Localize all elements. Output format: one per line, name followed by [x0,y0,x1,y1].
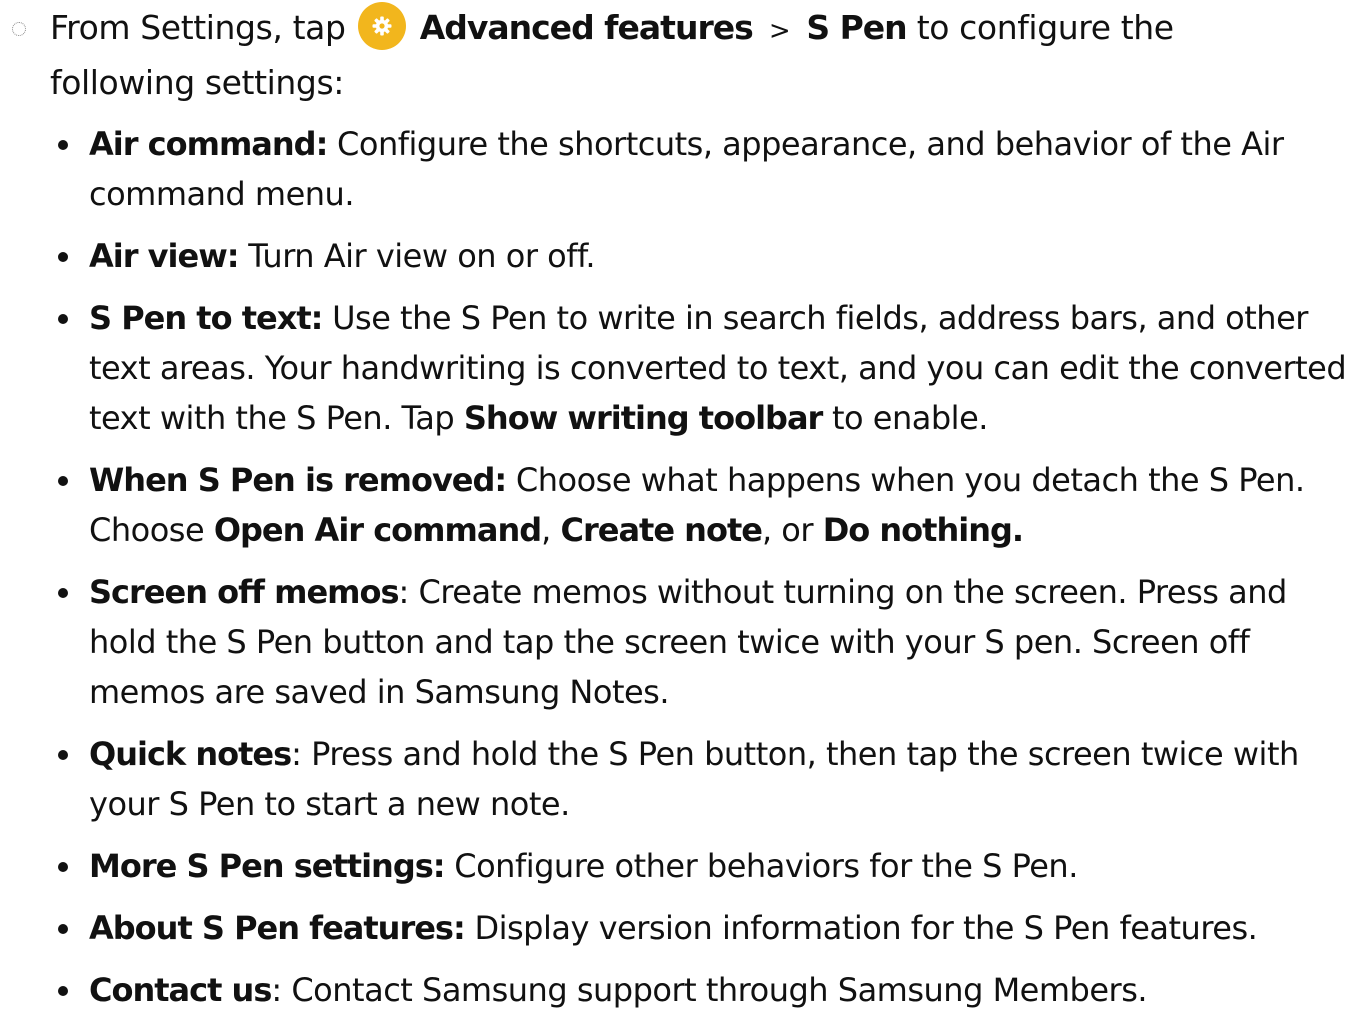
settings-list: Air command: Configure the shortcuts, ap… [0,119,1366,1015]
item-desc: Display version information for the S Pe… [474,909,1258,947]
step-bullet-icon [12,22,26,36]
bullet-icon [58,140,68,150]
list-item-about-s-pen-features: About S Pen features: Display version in… [0,903,1366,953]
intro-text-before: From Settings, tap [50,8,346,47]
bullet-icon [58,862,68,872]
show-writing-toolbar-label: Show writing toolbar [463,399,823,437]
item-term: When S Pen is removed: [89,461,507,499]
list-item-quick-notes: Quick notes: Press and hold the S Pen bu… [0,729,1366,829]
comma-text: , [541,511,551,549]
s-pen-label: S Pen [806,8,907,47]
bullet-icon [58,986,68,996]
document-body: From Settings, tap Advanced features > S… [0,0,1366,1027]
item-colon: : [271,971,282,1009]
bullet-icon [58,588,68,598]
item-term: Screen off memos [89,573,400,611]
item-term: S Pen to text: [89,299,323,337]
item-desc-tail: to enable. [831,399,988,437]
item-desc: Contact Samsung support through Samsung … [291,971,1148,1009]
list-item-air-view: Air view: Turn Air view on or off. [0,231,1366,281]
settings-gear-icon [357,1,406,50]
bullet-icon [58,924,68,934]
list-item-air-command: Air command: Configure the shortcuts, ap… [0,119,1366,219]
do-nothing-label: Do nothing. [822,511,1024,549]
open-air-command-label: Open Air command [213,511,542,549]
item-term: Contact us [89,971,272,1009]
item-term: About S Pen features: [89,909,466,947]
item-term: Quick notes [89,735,292,773]
item-desc: Configure other behaviors for the S Pen. [454,847,1078,885]
intro-paragraph: From Settings, tap Advanced features > S… [0,1,1366,109]
list-item-more-s-pen-settings: More S Pen settings: Configure other beh… [0,841,1366,891]
advanced-features-label: Advanced features [419,8,754,47]
item-colon: : [398,573,410,611]
list-item-screen-off-memos: Screen off memos: Create memos without t… [0,567,1366,717]
list-item-when-s-pen-removed: When S Pen is removed: Choose what happe… [0,455,1366,555]
path-separator: > [768,16,791,46]
item-term: Air view: [89,237,240,275]
or-text: , or [761,511,814,549]
item-term: Air command: [89,125,328,163]
list-item-contact-us: Contact us: Contact Samsung support thro… [0,965,1366,1015]
bullet-icon [58,314,68,324]
item-colon: : [291,735,302,773]
list-item-s-pen-to-text: S Pen to text: Use the S Pen to write in… [0,293,1366,443]
bullet-icon [58,750,68,760]
create-note-label: Create note [560,511,762,549]
item-term: More S Pen settings: [89,847,446,885]
bullet-icon [58,252,68,262]
item-desc: Turn Air view on or off. [248,237,596,275]
bullet-icon [58,476,68,486]
